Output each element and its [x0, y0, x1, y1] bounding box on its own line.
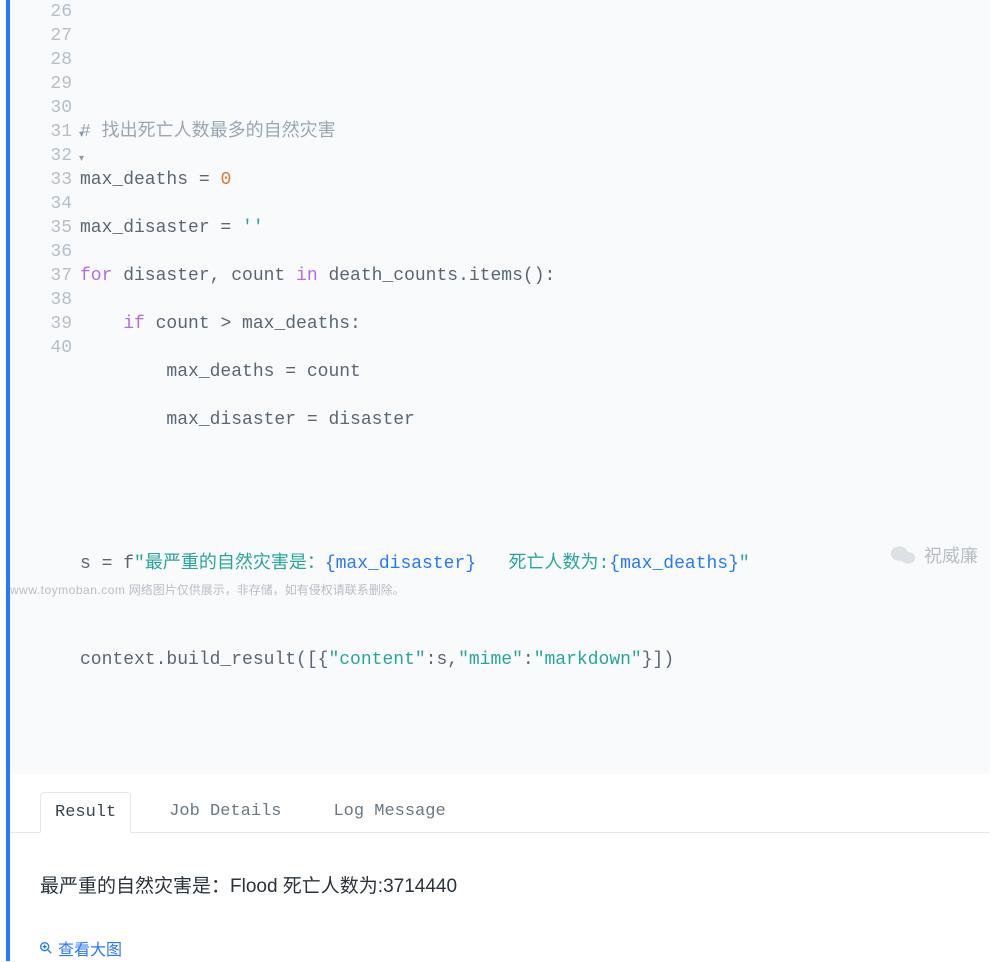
footer-domain: www.toymoban.com — [10, 583, 125, 597]
result-output: 最严重的自然灾害是：Flood 死亡人数为:3714440 — [10, 833, 990, 918]
line-number: 28 — [30, 48, 72, 72]
tab-result[interactable]: Result — [40, 792, 131, 833]
line-number: 26 — [30, 0, 72, 24]
watermark-text: 祝威廉 — [924, 542, 978, 568]
line-number: 40 — [30, 336, 72, 360]
tab-log-message[interactable]: Log Message — [319, 792, 459, 832]
line-number: 35 — [30, 216, 72, 240]
app-frame: 26 27 28 29 30 31▾ 32▾ 33 34 35 36 37 38… — [6, 0, 990, 961]
code-comment: # 找出死亡人数最多的自然灾害 — [80, 122, 336, 142]
tab-job-details[interactable]: Job Details — [155, 792, 295, 832]
line-number: 30 — [30, 96, 72, 120]
footer-text: 网络图片仅供展示，非存储，如有侵权请联系删除。 — [125, 583, 404, 597]
zoom-icon — [38, 940, 54, 956]
line-number: 38 — [30, 288, 72, 312]
wechat-icon — [890, 544, 916, 566]
view-large-label: 查看大图 — [58, 936, 122, 960]
line-number: 27 — [30, 24, 72, 48]
footer-note: www.toymoban.com 网络图片仅供展示，非存储，如有侵权请联系删除。 — [10, 581, 405, 598]
line-number: 32▾ — [30, 144, 72, 168]
line-gutter: 26 27 28 29 30 31▾ 32▾ 33 34 35 36 37 38… — [10, 0, 80, 768]
line-number: 34 — [30, 192, 72, 216]
line-number: 39 — [30, 312, 72, 336]
line-number: 36 — [30, 240, 72, 264]
line-number: 33 — [30, 168, 72, 192]
view-large-link[interactable]: 查看大图 — [38, 936, 122, 960]
result-text: 最严重的自然灾害是：Flood 死亡人数为:3714440 — [40, 876, 457, 897]
line-number: 29 — [30, 72, 72, 96]
code-editor[interactable]: 26 27 28 29 30 31▾ 32▾ 33 34 35 36 37 38… — [10, 0, 990, 774]
watermark: 祝威廉 — [890, 542, 978, 568]
code-area[interactable]: # 找出死亡人数最多的自然灾害 max_deaths = 0 max_disas… — [80, 0, 990, 768]
fold-marker-icon[interactable]: ▾ — [79, 148, 84, 172]
line-number: 37 — [30, 264, 72, 288]
fold-marker-icon[interactable]: ▾ — [79, 124, 84, 148]
output-tabs: Result Job Details Log Message — [10, 792, 990, 833]
line-number: 31▾ — [30, 120, 72, 144]
